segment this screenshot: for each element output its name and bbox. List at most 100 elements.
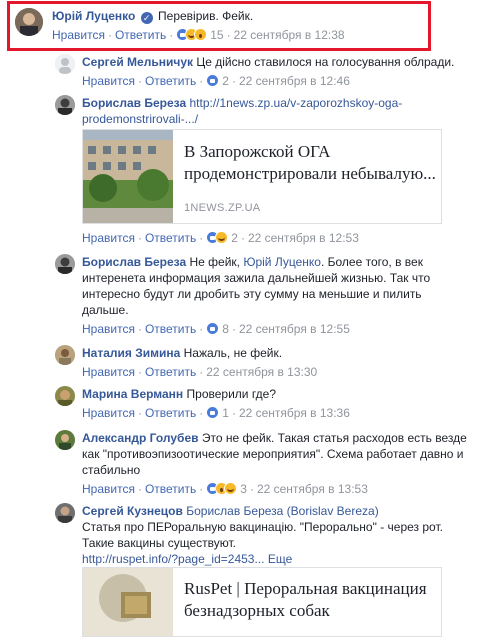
like-button[interactable]: Нравится: [82, 406, 135, 420]
preview-title: RusPet | Пероральная вакцинация: [184, 579, 427, 598]
like-button[interactable]: Нравится: [82, 231, 135, 245]
like-button[interactable]: Нравится: [82, 482, 135, 496]
reactions[interactable]: 1: [206, 406, 229, 420]
link-preview-card[interactable]: RusPet | Пероральная вакцинация безнадзо…: [82, 567, 442, 637]
comment-text: как "противоэпизоотические мероприятия".…: [82, 447, 464, 461]
separator: ·: [137, 482, 142, 496]
reaction-count: 8: [222, 322, 229, 336]
reactions[interactable]: 8: [206, 322, 229, 336]
comment-text: Нажаль, не фейк.: [183, 346, 283, 360]
like-button[interactable]: Нравится: [82, 74, 135, 88]
separator: ·: [240, 231, 245, 245]
avatar[interactable]: [55, 54, 75, 74]
separator: ·: [137, 74, 142, 88]
comment-link[interactable]: http://ruspet.info/?page_id=2453...: [82, 552, 264, 566]
comment-author[interactable]: Борислав Береза: [82, 96, 186, 110]
separator: ·: [137, 322, 142, 336]
tagged-user[interactable]: Борислав Береза (Borislav Bereza): [186, 504, 378, 518]
comment-author[interactable]: Юрій Луценко: [52, 9, 135, 23]
like-button[interactable]: Нравится: [52, 28, 105, 42]
comment-author[interactable]: Александр Голубев: [82, 431, 199, 445]
comment-bereza-link-actions: Нравится · Ответить · 2 · 22 сентября в 12:53: [82, 230, 501, 246]
reactions[interactable]: 3: [206, 482, 247, 496]
separator: ·: [199, 406, 204, 420]
comment-golubev: Александр Голубев Это не фейк. Такая ста…: [55, 430, 495, 497]
avatar[interactable]: [55, 503, 75, 523]
comment-author[interactable]: Борислав Береза: [82, 255, 186, 269]
preview-image: [83, 130, 173, 223]
like-reaction-icon: [206, 322, 220, 335]
comment-author[interactable]: Сергей Мельничук: [82, 55, 193, 69]
comment-text: дальше.: [82, 303, 129, 317]
separator: ·: [231, 406, 236, 420]
separator: ·: [107, 28, 112, 42]
preview-source: 1NEWS.ZP.UA: [184, 202, 261, 214]
comment-author[interactable]: Марина Верманн: [82, 387, 183, 401]
like-button[interactable]: Нравится: [82, 322, 135, 336]
reply-button[interactable]: Ответить: [145, 365, 196, 379]
reply-button[interactable]: Ответить: [145, 322, 196, 336]
see-more-link[interactable]: Еще: [268, 552, 292, 566]
comment-vermann: Марина Верманн Проверили где? Нравится · О…: [55, 386, 495, 421]
timestamp[interactable]: 22 сентября в 12:46: [239, 74, 350, 88]
timestamp[interactable]: 22 сентября в 12:55: [239, 322, 350, 336]
avatar[interactable]: [15, 8, 43, 36]
separator: ·: [199, 74, 204, 88]
comment-text: Не фейк,: [189, 255, 240, 269]
separator: ·: [231, 74, 236, 88]
reaction-count: 2: [231, 231, 238, 245]
separator: ·: [199, 231, 204, 245]
separator: ·: [249, 482, 254, 496]
reply-button[interactable]: Ответить: [145, 406, 196, 420]
avatar[interactable]: [55, 254, 75, 274]
preview-title-cont: безнадзорных собак: [184, 601, 330, 620]
reaction-count: 2: [222, 74, 229, 88]
reply-button[interactable]: Ответить: [115, 28, 166, 42]
comment-author[interactable]: Наталия Зимина: [82, 346, 180, 360]
comment-bereza-link: Борислав Береза http://1news.zp.ua/v-zap…: [55, 95, 495, 127]
reply-button[interactable]: Ответить: [145, 231, 196, 245]
comment-kuznetsov: Сергей Кузнецов Борислав Береза (Borisla…: [55, 503, 495, 567]
avatar[interactable]: [55, 345, 75, 365]
comment-melnychuk: Сергей Мельничук Це дійсно ставилося на …: [55, 54, 495, 89]
avatar[interactable]: [55, 386, 75, 406]
comment-link[interactable]: http://1news.zp.ua/v-zaporozhskoy-oga-: [189, 96, 402, 110]
separator: ·: [137, 365, 142, 379]
reply-button[interactable]: Ответить: [145, 482, 196, 496]
timestamp[interactable]: 22 сентября в 12:53: [248, 231, 359, 245]
comment-text: стабильно: [82, 463, 141, 477]
comment-text: Статья про ПЕРоральную вакцинацію. "Перо…: [82, 520, 443, 534]
reactions[interactable]: 2: [206, 231, 238, 245]
like-reaction-icon: [206, 406, 220, 419]
comment-zimina: Наталия Зимина Нажаль, не фейк. Нравится…: [55, 345, 495, 380]
verified-badge-icon: ✓: [140, 12, 153, 24]
comment-lutsenko: Юрій Луценко ✓ Перевірив. Фейк. Нравится…: [15, 8, 455, 43]
timestamp[interactable]: 22 сентября в 13:53: [257, 482, 368, 496]
comment-text: Это не фейк. Такая статья расходов есть …: [201, 431, 467, 445]
comment-bereza-text: Борислав Береза Не фейк, Юрій Луценко. Б…: [55, 254, 495, 337]
separator: ·: [137, 406, 142, 420]
reply-button[interactable]: Ответить: [145, 74, 196, 88]
comment-text: Це дійсно ставилося на голосування облра…: [196, 55, 455, 69]
timestamp[interactable]: 22 сентября в 13:36: [239, 406, 350, 420]
comment-text: Проверили где?: [186, 387, 277, 401]
comment-author[interactable]: Сергей Кузнецов: [82, 504, 183, 518]
reactions[interactable]: 2: [206, 74, 229, 88]
timestamp[interactable]: 22 сентября в 12:38: [234, 28, 345, 42]
comment-text: Перевірив. Фейк.: [158, 9, 254, 23]
separator: ·: [199, 322, 204, 336]
haha-reaction-icon: [224, 482, 238, 495]
like-button[interactable]: Нравится: [82, 365, 135, 379]
separator: ·: [199, 365, 204, 379]
preview-title: В Запорожской ОГА: [184, 142, 331, 161]
separator: ·: [199, 482, 204, 496]
avatar[interactable]: [55, 95, 75, 115]
reactions[interactable]: 15: [176, 28, 224, 42]
tagged-user[interactable]: Юрій Луценко: [243, 255, 321, 269]
haha-reaction-icon: [215, 231, 229, 244]
link-preview-card[interactable]: В Запорожской ОГА продемонстрировали неб…: [82, 129, 442, 224]
comment-link-cont[interactable]: prodemonstrirovali-.../: [82, 112, 198, 126]
timestamp[interactable]: 22 сентября в 13:30: [206, 365, 317, 379]
separator: ·: [231, 322, 236, 336]
avatar[interactable]: [55, 430, 75, 450]
